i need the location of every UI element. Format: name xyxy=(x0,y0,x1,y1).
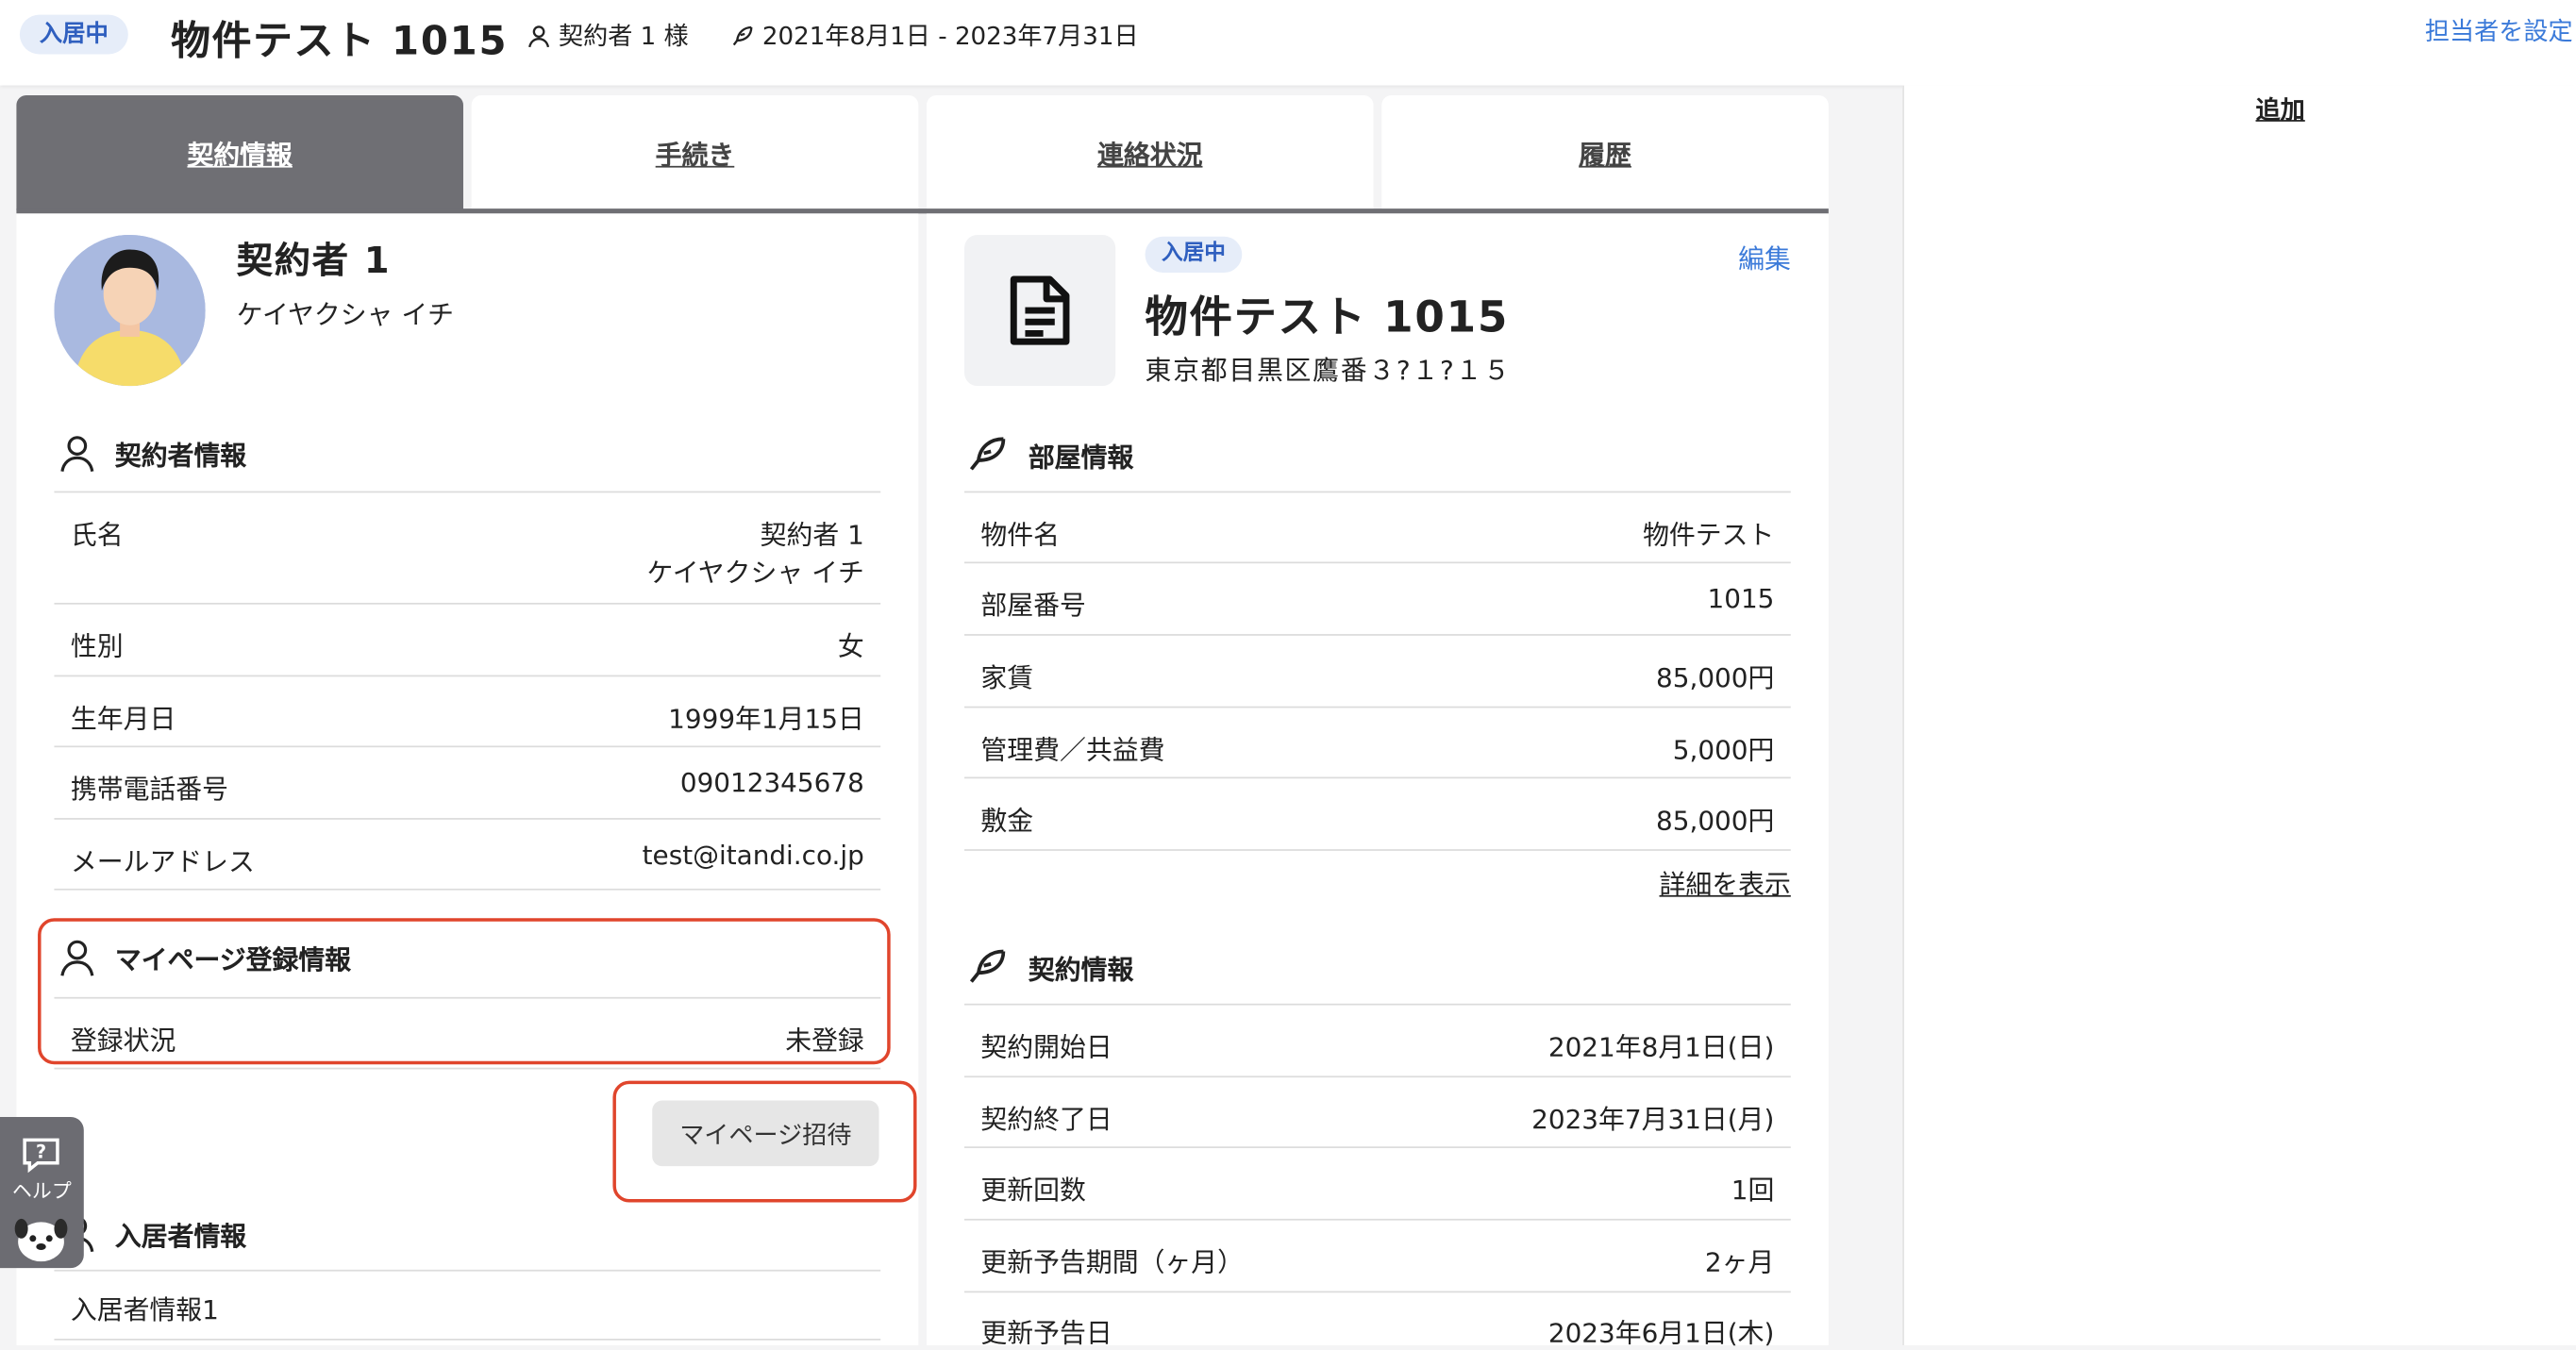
row-label-property-name: 物件名 xyxy=(980,519,1061,551)
divider xyxy=(964,491,1791,493)
row-label-management-fee: 管理費／共益費 xyxy=(980,734,1165,766)
section-title: 入居者情報 xyxy=(114,1220,247,1252)
room-info-heading: 部屋情報 xyxy=(966,434,1134,476)
highlight-frame xyxy=(38,918,891,1065)
divider xyxy=(54,602,881,605)
avatar-illustration-icon xyxy=(54,234,206,387)
highlight-frame xyxy=(612,1080,917,1203)
divider xyxy=(54,1067,881,1070)
divider xyxy=(964,1075,1791,1078)
row-value-property-name: 物件テスト xyxy=(1643,519,1775,551)
row-value-notice-date: 2023年6月1日(木) xyxy=(1547,1317,1775,1349)
divider xyxy=(964,634,1791,636)
row-label-deposit: 敷金 xyxy=(980,805,1034,837)
property-status-badge: 入居中 xyxy=(1145,236,1243,274)
row-value-name: 契約者 1 xyxy=(760,519,864,551)
property-title: 物件テスト 1015 xyxy=(1145,293,1510,343)
divider xyxy=(964,706,1791,708)
help-widget[interactable]: ? ヘルプ xyxy=(0,1116,84,1269)
row-value-deposit: 85,000円 xyxy=(1656,805,1775,837)
section-title: 契約者情報 xyxy=(114,440,247,472)
contractor-name: 契約者 1 様 xyxy=(558,21,689,51)
divider xyxy=(54,675,881,677)
tab-history[interactable]: 履歴 xyxy=(1381,94,1829,210)
divider xyxy=(54,1269,881,1272)
row-label-phone: 携帯電話番号 xyxy=(70,774,229,806)
add-link[interactable]: 追加 xyxy=(2256,92,2305,127)
document-icon xyxy=(1010,275,1070,345)
tab-procedures[interactable]: 手続き xyxy=(471,94,919,210)
divider xyxy=(964,1218,1791,1221)
row-label-gender: 性別 xyxy=(70,630,124,662)
divider xyxy=(54,818,881,820)
resident-info-heading: 入居者情報 xyxy=(59,1214,247,1254)
row-value-birthday: 1999年1月15日 xyxy=(668,703,864,735)
row-label-email: メールアドレス xyxy=(70,845,255,877)
assign-staff-link[interactable]: 担当者を設定 xyxy=(2425,13,2573,48)
top-bar: 入居中 物件テスト 1015 契約者 1 様 2021年8月1日 - 2023年… xyxy=(0,0,2576,86)
help-question-icon: ? xyxy=(23,1138,59,1174)
row-value-contract-end: 2023年7月31日(月) xyxy=(1531,1104,1775,1136)
avatar xyxy=(54,234,206,387)
row-value-renewal-count: 1回 xyxy=(1731,1174,1775,1206)
contractor-kana: ケイヤクシャ イチ xyxy=(236,298,455,330)
mascot-dog-icon xyxy=(14,1218,68,1262)
row-label-birthday: 生年月日 xyxy=(70,703,176,735)
section-title: 部屋情報 xyxy=(1028,442,1134,474)
status-badge: 入居中 xyxy=(19,14,128,55)
divider xyxy=(964,776,1791,779)
property-address: 東京都目黒区鷹番３?１?１５ xyxy=(1145,355,1512,387)
section-title: 契約情報 xyxy=(1028,954,1134,986)
row-value-rent: 85,000円 xyxy=(1656,661,1775,693)
row-label-notice-period: 更新予告期間（ヶ月） xyxy=(980,1246,1245,1278)
divider xyxy=(54,491,881,493)
feather-pen-icon xyxy=(969,949,1006,983)
row-value-email: test@itandi.co.jp xyxy=(642,839,864,871)
divider xyxy=(54,745,881,748)
row-label-contract-start: 契約開始日 xyxy=(980,1031,1112,1063)
row-value-notice-period: 2ヶ月 xyxy=(1704,1246,1775,1278)
period-text: 2021年8月1日 - 2023年7月31日 xyxy=(761,21,1139,51)
feather-pen-icon xyxy=(969,437,1006,471)
row-value-contract-start: 2021年8月1日(日) xyxy=(1547,1031,1775,1063)
divider xyxy=(54,1338,881,1341)
right-panel: 追加 xyxy=(1902,85,2576,1345)
divider xyxy=(54,888,881,891)
row-label-room-number: 部屋番号 xyxy=(980,590,1086,622)
divider xyxy=(964,561,1791,564)
svg-text:?: ? xyxy=(36,1141,46,1162)
row-label-renewal-count: 更新回数 xyxy=(980,1174,1086,1206)
document-icon-box xyxy=(964,234,1116,387)
edit-link[interactable]: 編集 xyxy=(1738,237,1791,276)
divider xyxy=(964,1146,1791,1149)
row-value-management-fee: 5,000円 xyxy=(1672,734,1775,766)
contract-period: 2021年8月1日 - 2023年7月31日 xyxy=(729,18,1139,53)
contractor-summary: 契約者 1 様 xyxy=(526,18,689,53)
divider xyxy=(964,1291,1791,1293)
tab-contract-info[interactable]: 契約情報 xyxy=(16,94,463,210)
row-value-room-number: 1015 xyxy=(1707,583,1775,615)
row-value-phone: 09012345678 xyxy=(679,767,864,799)
row-label-rent: 家賃 xyxy=(980,661,1034,693)
row-label-resident: 入居者情報1 xyxy=(70,1293,219,1326)
feather-pen-icon xyxy=(732,25,753,45)
person-icon xyxy=(528,25,550,47)
divider xyxy=(964,1003,1791,1006)
contract-info-heading: 契約情報 xyxy=(966,946,1134,989)
show-details-link[interactable]: 詳細を表示 xyxy=(1660,862,1791,902)
help-label: ヘルプ xyxy=(12,1179,72,1203)
tab-contact-status[interactable]: 連絡状況 xyxy=(926,94,1374,210)
page-title: 物件テスト 1015 xyxy=(171,18,509,64)
row-value-gender: 女 xyxy=(837,630,864,662)
contractor-info-heading: 契約者情報 xyxy=(59,434,247,474)
person-icon xyxy=(60,436,94,473)
row-label-notice-date: 更新予告日 xyxy=(980,1317,1112,1349)
row-label-contract-end: 契約終了日 xyxy=(980,1104,1112,1136)
divider xyxy=(964,849,1791,851)
row-label-name: 氏名 xyxy=(70,519,124,551)
row-value-name-kana: ケイヤクシャ イチ xyxy=(646,557,864,589)
contractor-name-heading: 契約者 1 xyxy=(236,241,392,283)
